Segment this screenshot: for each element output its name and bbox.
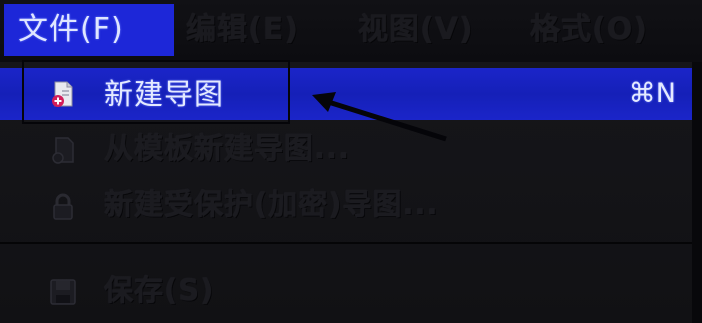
annotation-arrow-icon: [312, 92, 447, 142]
app-screen: 文件(F) 编辑(E) 视图(V) 格式(O) 新建导图 ⌘N 从模板新建导图.…: [0, 0, 702, 323]
